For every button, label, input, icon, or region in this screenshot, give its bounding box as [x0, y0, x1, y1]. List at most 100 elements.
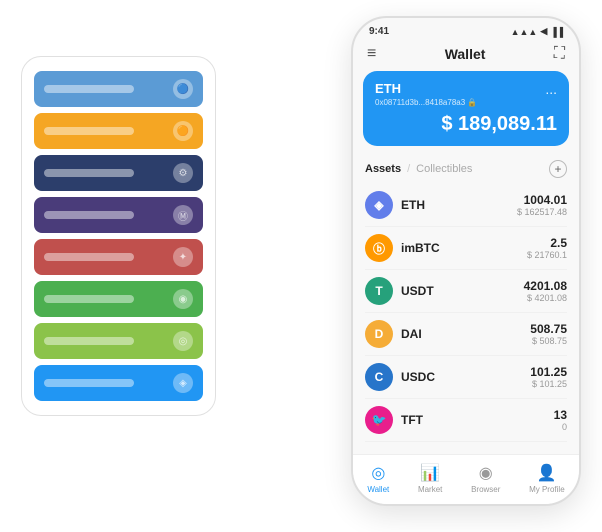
menu-icon[interactable]: ≡: [367, 45, 376, 63]
asset-item-tft[interactable]: 🐦 TFT 13 0: [365, 399, 567, 442]
asset-right-2: 4201.08 $ 4201.08: [524, 279, 567, 303]
asset-right-0: 1004.01 $ 162517.48: [517, 193, 567, 217]
asset-left-4: C USDC: [365, 363, 435, 391]
add-asset-button[interactable]: +: [549, 160, 567, 178]
card-label-7: [44, 379, 134, 387]
nav-label-wallet: Wallet: [367, 485, 389, 494]
nav-item-browser[interactable]: ◉ Browser: [471, 463, 500, 494]
asset-item-usdc[interactable]: C USDC 101.25 $ 101.25: [365, 356, 567, 399]
bottom-nav: ◎ Wallet 📊 Market ◉ Browser 👤 My Profile: [353, 454, 579, 504]
card-stack-item-7[interactable]: ◈: [34, 365, 203, 401]
asset-name-usdt: USDT: [401, 284, 434, 298]
asset-left-1: ⓑ imBTC: [365, 234, 440, 262]
card-stack-item-2[interactable]: ⚙: [34, 155, 203, 191]
tab-assets[interactable]: Assets: [365, 163, 401, 175]
card-stack-item-0[interactable]: 🔵: [34, 71, 203, 107]
wallet-balance: $ 189,089.11: [375, 113, 557, 136]
asset-left-2: T USDT: [365, 277, 434, 305]
card-label-1: [44, 127, 134, 135]
asset-left-3: D DAI: [365, 320, 422, 348]
phone-mockup: 9:41 ▲▲▲ ◀ ▐▐ ≡ Wallet ⛶ ... ETH 0x08711…: [351, 16, 581, 506]
asset-list: ◈ ETH 1004.01 $ 162517.48 ⓑ imBTC 2.5 $ …: [353, 184, 579, 454]
more-options-icon[interactable]: ...: [545, 81, 557, 97]
nav-item-profile[interactable]: 👤 My Profile: [529, 463, 565, 494]
card-label-5: [44, 295, 134, 303]
asset-usd-usdt: $ 4201.08: [524, 293, 567, 303]
scene: 🔵 🟠 ⚙ Ⓜ ✦ ◉ ◎ ◈ 9:41 ▲▲▲: [21, 16, 581, 516]
asset-usd-eth: $ 162517.48: [517, 207, 567, 217]
asset-icon-eth: ◈: [365, 191, 393, 219]
asset-right-5: 13 0: [554, 408, 567, 432]
card-label-0: [44, 85, 134, 93]
asset-item-imbtc[interactable]: ⓑ imBTC 2.5 $ 21760.1: [365, 227, 567, 270]
status-bar: 9:41 ▲▲▲ ◀ ▐▐: [353, 18, 579, 41]
asset-amount-eth: 1004.01: [517, 193, 567, 207]
asset-name-tft: TFT: [401, 413, 423, 427]
wifi-icon: ◀: [540, 26, 547, 37]
nav-item-market[interactable]: 📊 Market: [418, 463, 442, 494]
asset-icon-usdt: T: [365, 277, 393, 305]
card-stack-item-4[interactable]: ✦: [34, 239, 203, 275]
asset-usd-imbtc: $ 21760.1: [527, 250, 567, 260]
asset-name-dai: DAI: [401, 327, 422, 341]
nav-item-wallet[interactable]: ◎ Wallet: [367, 463, 389, 494]
asset-icon-dai: D: [365, 320, 393, 348]
asset-amount-dai: 508.75: [530, 322, 567, 336]
tab-divider: /: [407, 163, 410, 175]
card-stack-item-6[interactable]: ◎: [34, 323, 203, 359]
top-nav: ≡ Wallet ⛶: [353, 41, 579, 71]
eth-card[interactable]: ... ETH 0x08711d3b...8418a78a3 🔒 $ 189,0…: [363, 71, 569, 146]
status-icons: ▲▲▲ ◀ ▐▐: [511, 26, 563, 37]
assets-header: Assets / Collectibles +: [353, 156, 579, 184]
card-icon-3: Ⓜ: [173, 205, 193, 225]
asset-right-4: 101.25 $ 101.25: [530, 365, 567, 389]
battery-icon: ▐▐: [550, 27, 563, 37]
asset-right-1: 2.5 $ 21760.1: [527, 236, 567, 260]
card-stack-item-5[interactable]: ◉: [34, 281, 203, 317]
asset-name-eth: ETH: [401, 198, 425, 212]
card-icon-7: ◈: [173, 373, 193, 393]
card-stack: 🔵 🟠 ⚙ Ⓜ ✦ ◉ ◎ ◈: [21, 56, 216, 416]
card-icon-2: ⚙: [173, 163, 193, 183]
tab-collectibles[interactable]: Collectibles: [416, 163, 472, 175]
nav-label-market: Market: [418, 485, 442, 494]
asset-amount-tft: 13: [554, 408, 567, 422]
nav-icon-wallet: ◎: [371, 463, 385, 483]
coin-name: ETH: [375, 81, 557, 96]
asset-amount-usdt: 4201.08: [524, 279, 567, 293]
nav-icon-profile: 👤: [537, 463, 557, 483]
assets-tabs: Assets / Collectibles: [365, 163, 472, 175]
card-icon-4: ✦: [173, 247, 193, 267]
asset-icon-tft: 🐦: [365, 406, 393, 434]
asset-name-usdc: USDC: [401, 370, 435, 384]
asset-right-3: 508.75 $ 508.75: [530, 322, 567, 346]
card-icon-0: 🔵: [173, 79, 193, 99]
asset-name-imbtc: imBTC: [401, 241, 440, 255]
expand-icon[interactable]: ⛶: [554, 45, 565, 63]
status-time: 9:41: [369, 26, 389, 37]
card-label-4: [44, 253, 134, 261]
asset-item-usdt[interactable]: T USDT 4201.08 $ 4201.08: [365, 270, 567, 313]
card-icon-5: ◉: [173, 289, 193, 309]
asset-usd-usdc: $ 101.25: [530, 379, 567, 389]
asset-usd-dai: $ 508.75: [530, 336, 567, 346]
asset-left-0: ◈ ETH: [365, 191, 425, 219]
card-stack-item-3[interactable]: Ⓜ: [34, 197, 203, 233]
card-label-3: [44, 211, 134, 219]
card-icon-6: ◎: [173, 331, 193, 351]
wallet-address: 0x08711d3b...8418a78a3 🔒: [375, 98, 557, 107]
asset-item-eth[interactable]: ◈ ETH 1004.01 $ 162517.48: [365, 184, 567, 227]
asset-amount-imbtc: 2.5: [527, 236, 567, 250]
page-title: Wallet: [445, 46, 486, 62]
asset-icon-imbtc: ⓑ: [365, 234, 393, 262]
nav-label-profile: My Profile: [529, 485, 565, 494]
asset-amount-usdc: 101.25: [530, 365, 567, 379]
asset-item-dai[interactable]: D DAI 508.75 $ 508.75: [365, 313, 567, 356]
card-label-2: [44, 169, 134, 177]
card-icon-1: 🟠: [173, 121, 193, 141]
signal-icon: ▲▲▲: [511, 27, 538, 37]
asset-usd-tft: 0: [554, 422, 567, 432]
card-stack-item-1[interactable]: 🟠: [34, 113, 203, 149]
asset-left-5: 🐦 TFT: [365, 406, 423, 434]
nav-icon-market: 📊: [420, 463, 440, 483]
